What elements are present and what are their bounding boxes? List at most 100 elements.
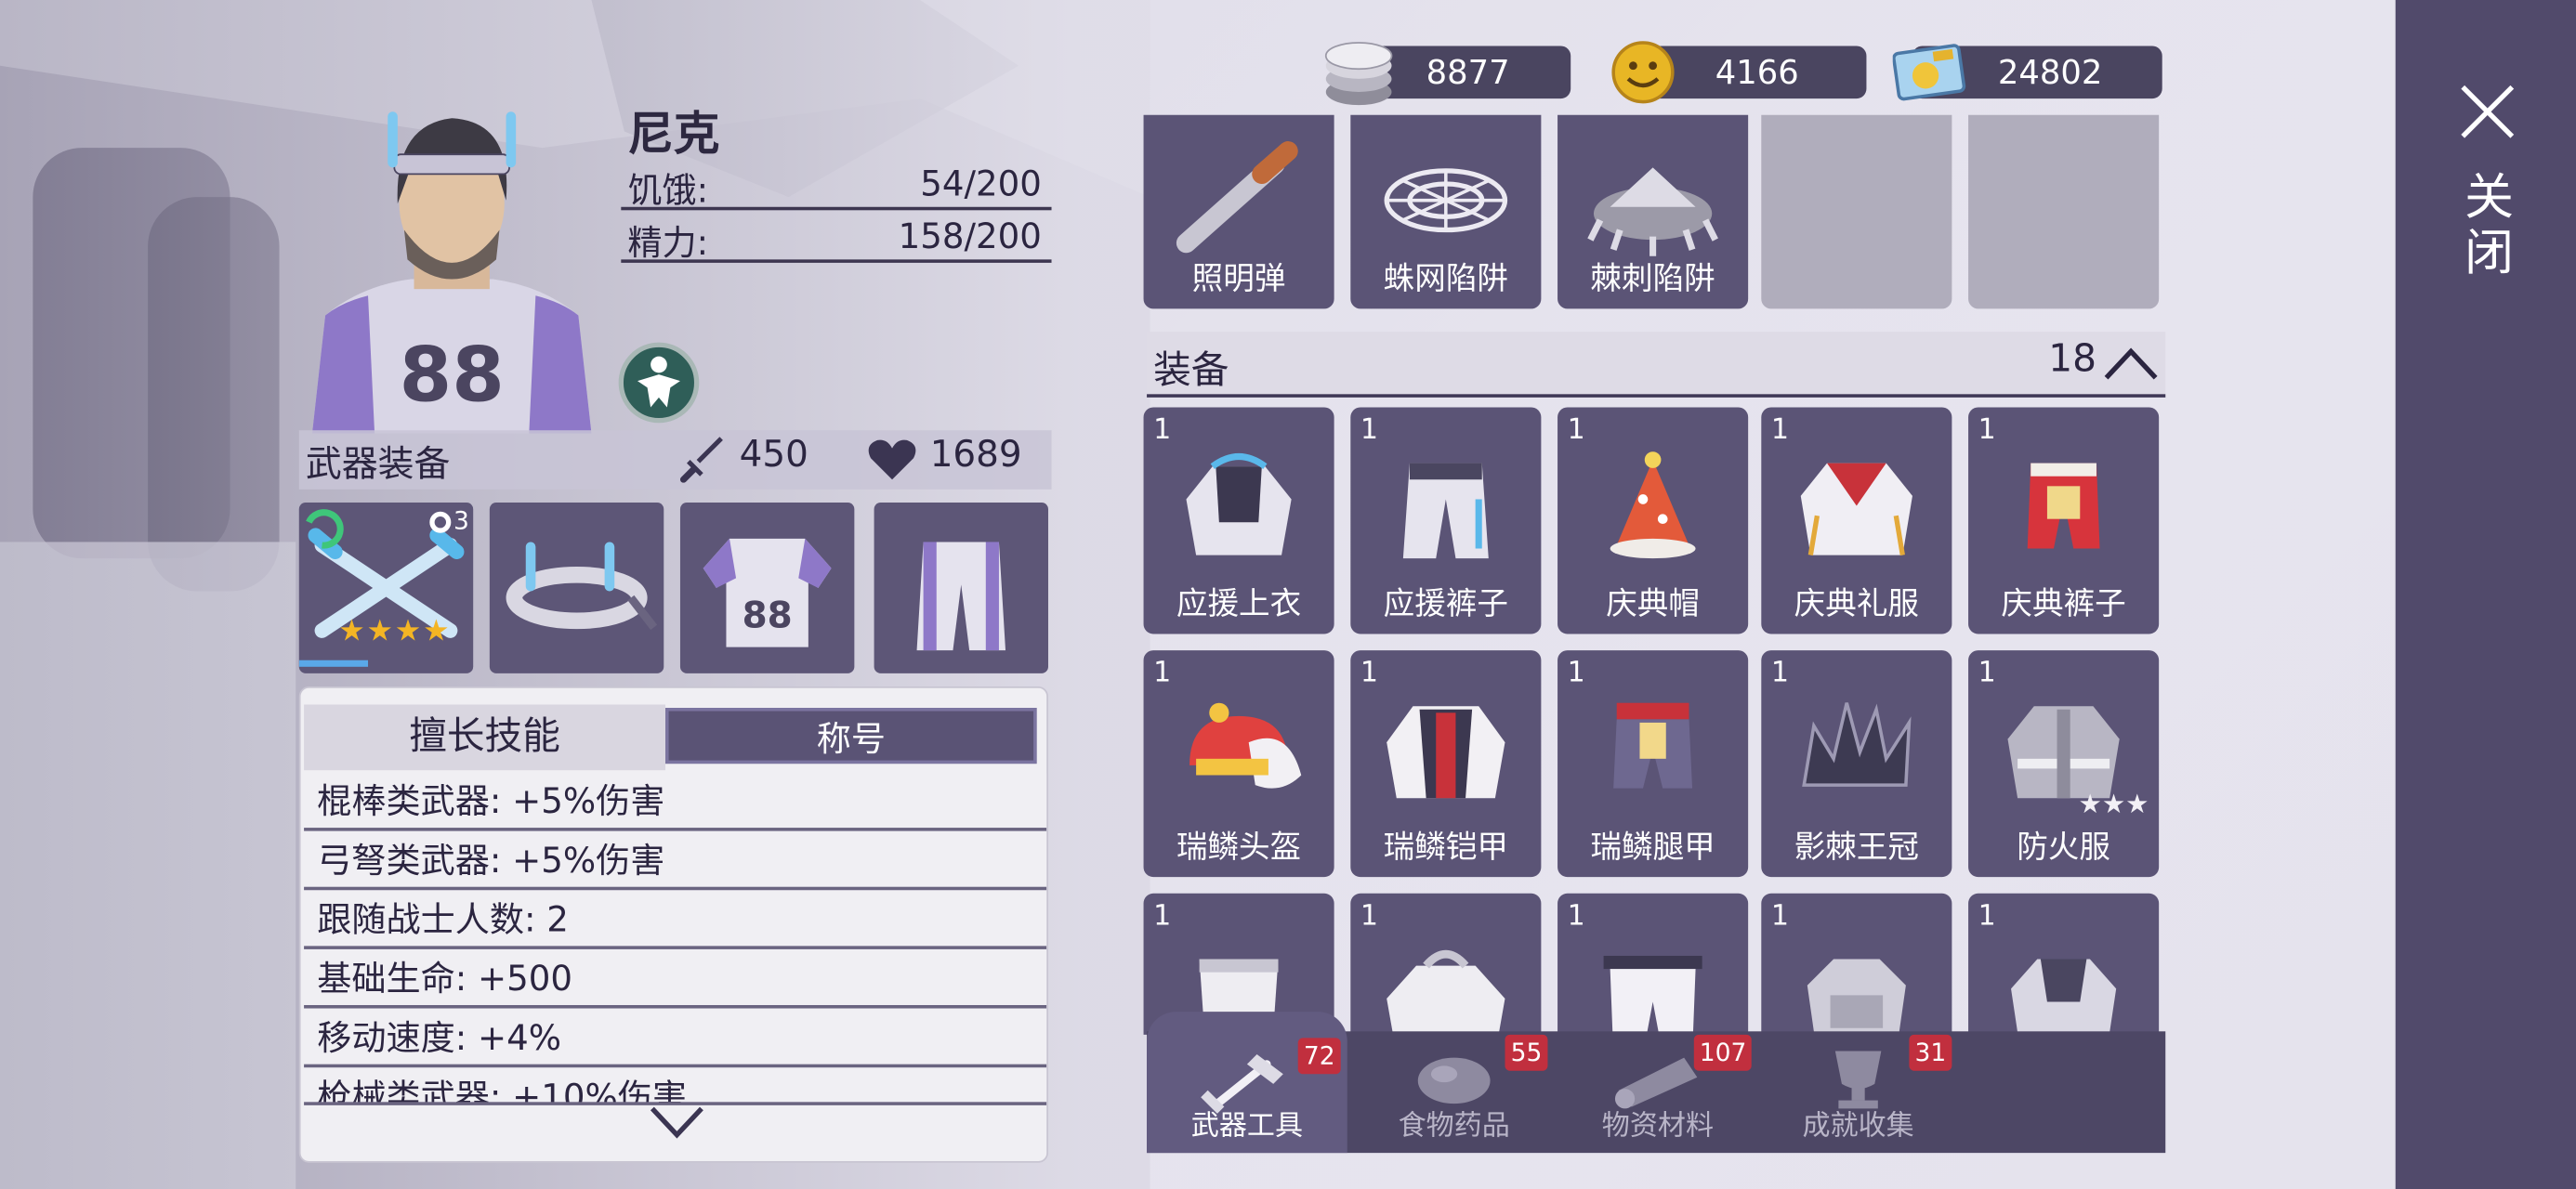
close-panel[interactable]: 关闭 [2395,0,2576,1189]
auspicious-leg-armor-icon [1613,702,1693,789]
item-count: 1 [1153,899,1172,934]
category-tab-bar: 72 武器工具 55 食物药品 107 物资材料 31 成就收集 [1147,1012,2166,1154]
cheer-jacket-icon [1186,453,1292,555]
tab-achievements[interactable]: 31 成就收集 [1758,1031,1959,1153]
trophy-icon [1834,1051,1882,1109]
silver-coin-stack-icon [1324,42,1393,106]
close-label[interactable]: 关闭 [2461,170,2517,282]
inventory-item[interactable]: 1 [1968,893,2160,1035]
health-value: 1689 [929,435,1022,477]
item-count: 1 [1770,413,1790,447]
skill-row: 弓弩类武器: +5%伤害 [304,832,1047,891]
hoodie-icon [1387,949,1505,1035]
inventory-empty-slot[interactable] [1968,114,2160,309]
energy-stat: 精力: 158/200 [621,214,1052,263]
close-icon[interactable] [2458,82,2517,141]
skill-row: 跟随战士人数: 2 [304,892,1047,949]
item-stars: ★★★ [2078,788,2149,820]
weapon-stars: ★★★★ [338,614,452,649]
log-icon [1614,1057,1698,1109]
silver-value: 8877 [1426,52,1510,93]
tab-food-medicine[interactable]: 55 食物药品 [1354,1031,1555,1153]
inventory-item[interactable]: 1 [1557,893,1749,1035]
chevron-up-icon[interactable] [2103,345,2159,384]
auspicious-armor-icon [1387,706,1505,799]
tab-badge: 72 [1297,1038,1341,1075]
inventory-item[interactable]: 1 ★★★ 防火服 [1968,650,2160,878]
heart-icon [868,439,916,480]
game-inventory-screen: 8877 4166 24802 88 尼克 饥饿: 54/200 精力: 158… [0,0,2576,1189]
hunger-value: 54/200 [920,163,1042,204]
inventory-item[interactable]: 1 [1350,893,1542,1035]
item-name: 防火服 [2017,829,2110,866]
skill-row: 棍棒类武器: +5%伤害 [304,773,1047,831]
tab-badge: 31 [1909,1034,1952,1071]
inventory-item[interactable]: 1 应援裤子 [1350,407,1542,634]
tab-weapons-tools[interactable]: 72 武器工具 [1147,1012,1347,1154]
inventory-item[interactable]: 棘刺陷阱 [1557,114,1749,309]
inventory-empty-slot[interactable] [1761,114,1952,309]
item-count: 1 [1360,899,1379,934]
gear-slot-jersey[interactable]: 88 [679,503,855,673]
inventory-grid: 照明弹 蛛网陷阱 棘刺陷阱 1 应援上衣 1 应援裤子 1 庆典帽 1 庆典礼服… [1143,114,2166,1035]
inventory-item[interactable]: 蛛网陷阱 [1350,114,1542,309]
svg-text:88: 88 [400,332,505,419]
item-name: 棘刺陷阱 [1590,261,1715,298]
item-name: 瑞鳞腿甲 [1590,829,1715,866]
tab-label: 武器工具 [1190,1110,1304,1143]
inventory-item[interactable]: 1 庆典裤子 [1968,407,2160,634]
item-name: 照明弹 [1191,261,1286,298]
tab-skills[interactable]: 擅长技能 [304,704,666,771]
tab-label: 物资材料 [1601,1110,1715,1143]
item-count: 1 [1567,899,1585,934]
item-name: 庆典裤子 [2001,586,2126,623]
thorn-crown-icon [1802,702,1912,787]
sword-icon [679,437,723,483]
inventory-item[interactable]: 1 瑞鳞头盔 [1143,650,1334,878]
gold-currency: 4166 [1611,41,1867,104]
inventory-item[interactable]: 1 [1761,893,1952,1035]
skill-row: 移动速度: +4% [304,1010,1047,1068]
attack-value: 450 [739,435,808,477]
energy-value: 158/200 [898,216,1042,256]
inventory-item[interactable]: 1 庆典帽 [1557,407,1749,634]
item-count: 1 [1978,657,1996,690]
inventory-item[interactable]: 1 影棘王冠 [1761,650,1952,878]
item-count: 1 [1153,657,1172,690]
item-name: 庆典帽 [1606,586,1700,623]
character-name: 尼克 [627,106,720,162]
item-name: 蛛网陷阱 [1383,261,1509,298]
skill-row: 基础生命: +500 [304,950,1047,1009]
inventory-item[interactable]: 1 瑞鳞腿甲 [1557,650,1749,878]
item-name: 庆典礼服 [1794,586,1920,623]
ticket-currency: 24802 [1892,44,2162,101]
hunger-label: 饥饿: [627,170,709,211]
spike-trap-icon [1587,167,1718,256]
inventory-item[interactable]: 1 瑞鳞铠甲 [1350,650,1542,878]
equipment-section-header[interactable]: 装备 18 [1147,332,2166,398]
chevron-down-icon[interactable] [649,1102,704,1141]
auspicious-helmet-icon [1189,702,1302,789]
inventory-item[interactable]: 1 应援上衣 [1143,407,1334,634]
item-name: 应援上衣 [1176,586,1302,623]
item-name: 瑞鳞铠甲 [1383,829,1509,866]
item-count: 1 [1567,657,1585,690]
cheer-pants-icon [1402,463,1489,559]
gear-slot-weapon[interactable]: 3 ★★★★ [298,503,474,673]
inventory-item[interactable]: 1 庆典礼服 [1761,407,1952,634]
gear-slot-headband[interactable] [489,503,664,673]
tab-titles[interactable]: 称号 [665,708,1037,764]
tactical-vest-icon [1807,959,1906,1035]
gold-smiley-coin-icon [1611,41,1675,104]
item-count: 1 [1770,899,1790,934]
skill-row: 枪械类武器: +10%伤害 [304,1068,1047,1105]
padded-jacket-icon [2011,959,2117,1035]
character-class-emblem-icon[interactable] [618,342,700,424]
gear-slot-pants[interactable] [874,503,1048,673]
section-title: 装备 [1153,349,1229,393]
flare-icon [1176,141,1298,254]
tab-badge: 107 [1694,1034,1752,1071]
inventory-item[interactable]: 照明弹 [1143,114,1334,309]
tab-materials[interactable]: 107 物资材料 [1557,1031,1758,1153]
item-count: 1 [1567,413,1585,447]
